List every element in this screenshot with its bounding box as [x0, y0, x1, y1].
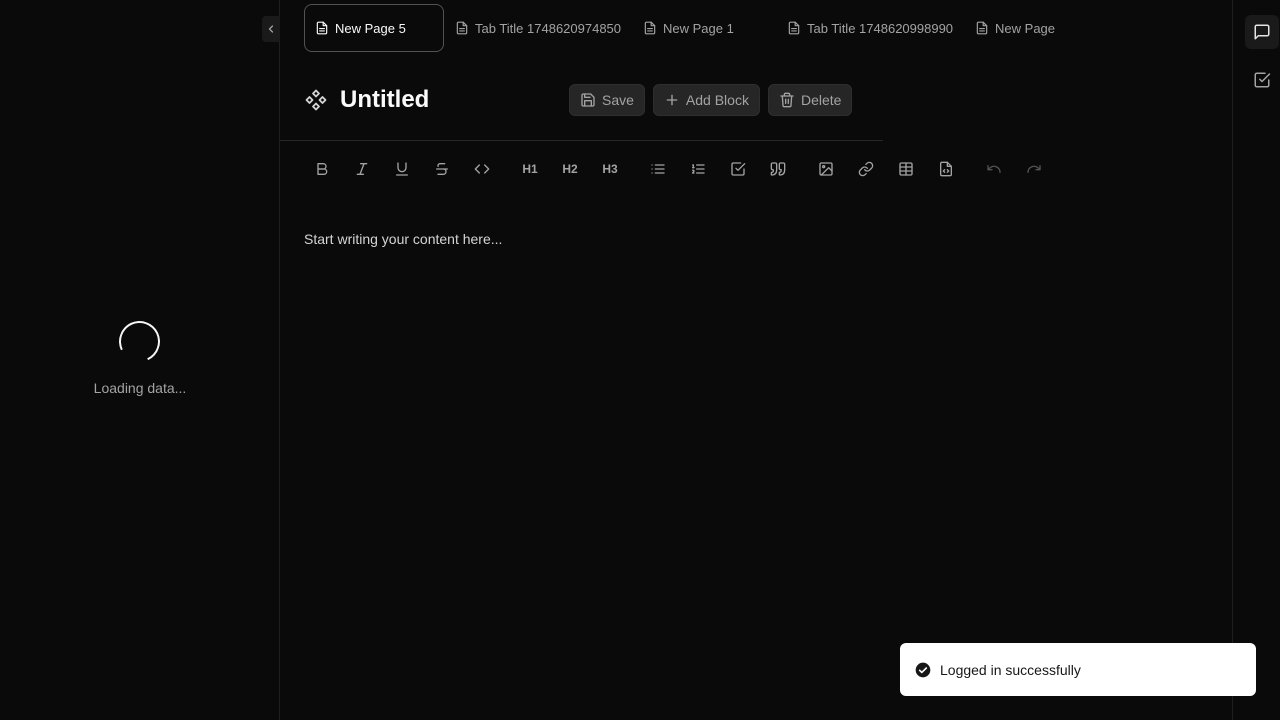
- redo-button[interactable]: [1016, 152, 1052, 186]
- header-divider: [280, 140, 883, 141]
- undo-button[interactable]: [976, 152, 1012, 186]
- component-icon[interactable]: [304, 88, 328, 112]
- loading-spinner: [113, 315, 166, 368]
- file-icon: [644, 21, 656, 35]
- file-icon: [788, 21, 800, 35]
- undo-icon: [987, 165, 1001, 173]
- heading-2-button[interactable]: H2: [552, 152, 588, 186]
- tab-bar: New Page 5 Tab Title 1748620974850 New P…: [304, 4, 1066, 52]
- checkbox-icon: [731, 162, 746, 176]
- tab-label: Tab Title 1748620974850: [475, 20, 622, 36]
- tab-label: New Page 5: [335, 20, 406, 36]
- code-file-button[interactable]: [928, 152, 964, 186]
- link-icon: [858, 161, 874, 177]
- tab-new-page-1[interactable]: New Page 1: [632, 4, 776, 52]
- message-square-icon: [1254, 24, 1270, 40]
- table-icon: [899, 162, 913, 176]
- page-header: Untitled: [304, 84, 429, 116]
- file-icon: [456, 21, 468, 35]
- tab-title-1748620998990[interactable]: Tab Title 1748620998990: [776, 4, 964, 52]
- underline-button[interactable]: [384, 152, 420, 186]
- save-button[interactable]: Save: [569, 84, 645, 116]
- strikethrough-button[interactable]: [424, 152, 460, 186]
- add-block-label: Add Block: [685, 92, 749, 108]
- underline-icon: [396, 162, 408, 176]
- tasks-button[interactable]: [1245, 63, 1279, 97]
- check-circle-icon: [915, 662, 931, 677]
- quote-icon: [770, 162, 786, 176]
- heading-1-button[interactable]: H1: [512, 152, 548, 186]
- main-content: New Page 5 Tab Title 1748620974850 New P…: [280, 0, 1232, 720]
- tab-label: Tab Title 1748620998990: [807, 20, 954, 36]
- delete-button[interactable]: Delete: [767, 84, 853, 116]
- ordered-list-button[interactable]: [680, 152, 716, 186]
- heading-3-icon: H3: [602, 162, 618, 176]
- bullet-list-button[interactable]: [640, 152, 676, 186]
- toast-notification: Logged in successfully: [900, 643, 1256, 696]
- collapse-sidebar-button[interactable]: [262, 16, 280, 42]
- code-icon: [474, 164, 490, 174]
- bullet-list-icon: [651, 164, 665, 174]
- heading-1-icon: H1: [522, 162, 538, 176]
- right-rail: [1232, 0, 1280, 720]
- task-list-button[interactable]: [720, 152, 756, 186]
- tab-new-page[interactable]: New Page: [964, 4, 1066, 52]
- strikethrough-icon: [436, 163, 448, 175]
- link-button[interactable]: [848, 152, 884, 186]
- tab-new-page-5[interactable]: New Page 5: [304, 4, 444, 52]
- file-code-icon: [940, 161, 952, 177]
- check-square-icon: [1254, 72, 1271, 88]
- redo-icon: [1027, 165, 1041, 173]
- trash-icon: [780, 92, 794, 108]
- table-button[interactable]: [888, 152, 924, 186]
- plus-icon: [666, 94, 678, 106]
- image-button[interactable]: [808, 152, 844, 186]
- chevron-left-icon: [268, 25, 274, 33]
- code-button[interactable]: [464, 152, 500, 186]
- editor-placeholder[interactable]: Start writing your content here...: [304, 231, 502, 247]
- add-block-button[interactable]: Add Block: [652, 84, 760, 116]
- tab-label: New Page 1: [663, 20, 734, 36]
- editor-toolbar: H1 H2 H3: [304, 152, 1056, 186]
- file-icon: [976, 21, 988, 35]
- italic-button[interactable]: [344, 152, 380, 186]
- loading-text: Loading data...: [93, 380, 187, 396]
- comments-button[interactable]: [1245, 15, 1279, 49]
- delete-label: Delete: [800, 92, 842, 108]
- file-icon: [316, 21, 328, 35]
- toast-message: Logged in successfully: [940, 661, 1081, 678]
- tab-title-1748620974850[interactable]: Tab Title 1748620974850: [444, 4, 632, 52]
- quote-button[interactable]: [760, 152, 796, 186]
- save-label: Save: [602, 92, 634, 108]
- image-icon: [819, 162, 833, 176]
- heading-3-button[interactable]: H3: [592, 152, 628, 186]
- save-icon: [581, 93, 595, 107]
- italic-icon: [356, 163, 368, 175]
- bold-button[interactable]: [304, 152, 340, 186]
- ordered-list-icon: [691, 164, 705, 174]
- page-actions: Save Add Block Delete: [569, 84, 853, 116]
- page-title[interactable]: Untitled: [340, 86, 429, 114]
- left-sidebar: Loading data...: [0, 0, 280, 720]
- tab-label: New Page: [995, 20, 1056, 36]
- bold-icon: [317, 163, 328, 175]
- heading-2-icon: H2: [562, 162, 578, 176]
